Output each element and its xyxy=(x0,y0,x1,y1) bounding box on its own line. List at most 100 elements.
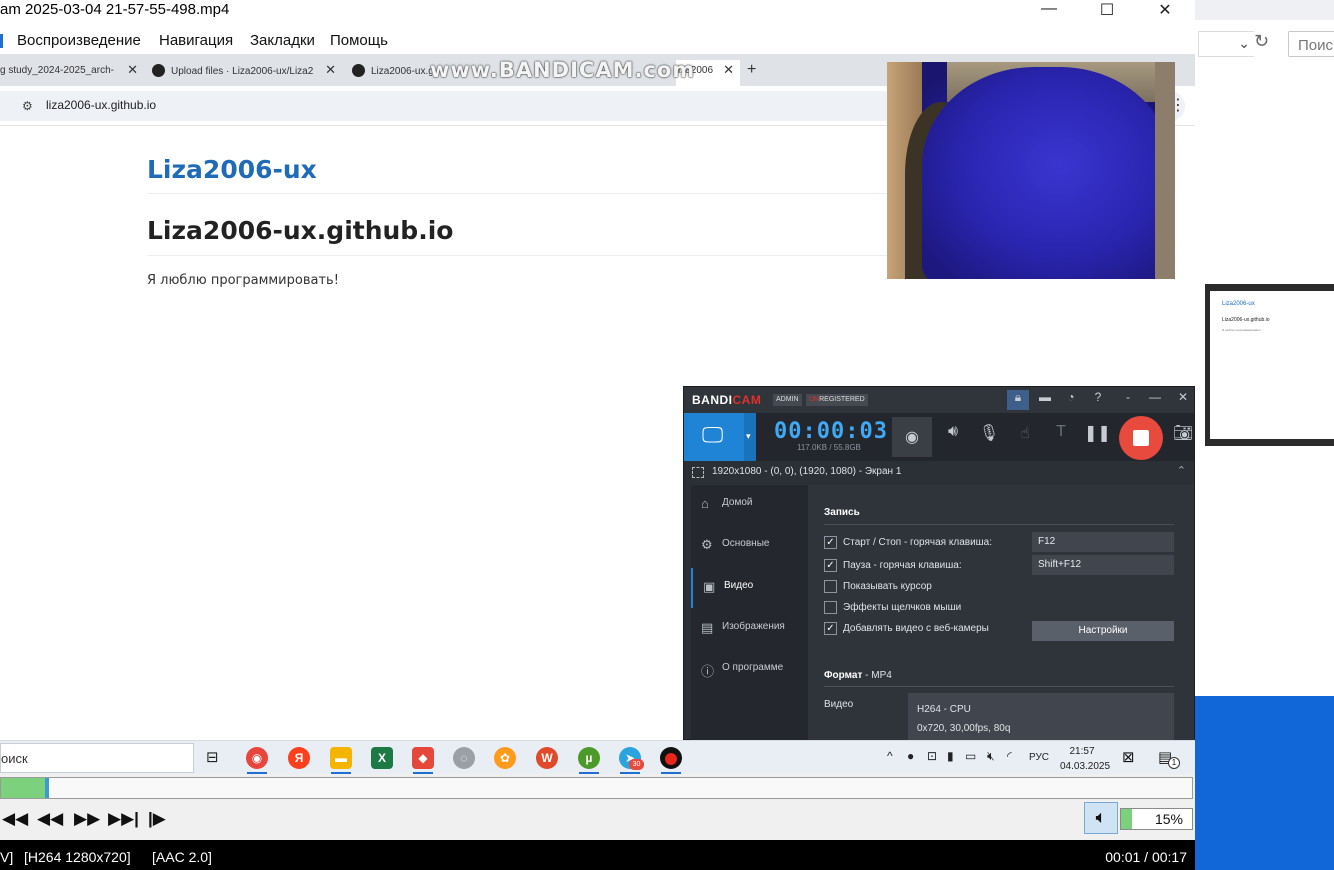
menu-help[interactable]: Помощь xyxy=(330,32,388,49)
chevron-up-icon[interactable]: ^ xyxy=(887,749,893,763)
pause-icon[interactable]: ❚❚ xyxy=(1084,423,1111,443)
clock[interactable]: 21:57 04.03.2025 xyxy=(1060,744,1111,774)
seek-bar[interactable] xyxy=(0,777,1193,799)
clock-date: 04.03.2025 xyxy=(1060,761,1111,772)
player-titlebar: am 2025-03-04 21-57-55-498.mp4 xyxy=(0,0,1195,30)
thumbnail-heading: Liza2006-ux.github.io xyxy=(1222,317,1270,323)
hotkey-start-stop-row[interactable]: ✓ Старт / Стоп - горячая клавиша: xyxy=(824,536,992,549)
hotkey-start-stop-field[interactable]: F12 xyxy=(1032,532,1174,552)
mute-button[interactable]: 🔈︎ xyxy=(1084,802,1118,834)
copilot-icon[interactable]: ⊠ xyxy=(1122,748,1135,766)
checkbox[interactable]: ✓ xyxy=(824,622,837,635)
bandicam-taskbar-icon[interactable] xyxy=(660,747,682,769)
cursor-effect-icon[interactable]: ☝ xyxy=(1012,423,1038,443)
lock-icon[interactable]: 🔒︎ xyxy=(1007,390,1029,410)
clock-icon[interactable]: ◔ xyxy=(1060,390,1082,410)
skip-back-icon[interactable]: ◀◀ xyxy=(2,809,28,829)
volume-muted-icon[interactable]: 🔇︎ xyxy=(987,749,995,764)
excel-icon[interactable]: X xyxy=(371,747,393,769)
chrome-icon[interactable]: ◉ xyxy=(246,747,268,769)
volume-bar[interactable]: 15% xyxy=(1120,808,1193,830)
new-tab-button[interactable]: + xyxy=(747,60,761,86)
nav-home[interactable]: ⌂ Домой xyxy=(691,485,808,525)
tab-upload-files[interactable]: Upload files · Liza2006-ux/Liza2 ✕ xyxy=(152,60,336,86)
window-thumbnail[interactable]: Liza2006-ux Liza2006-ux.github.io Я любл… xyxy=(1205,284,1334,446)
click-effects-row[interactable]: Эффекты щелчков мыши xyxy=(824,601,961,614)
close-button[interactable]: ✕ xyxy=(1136,0,1194,22)
webcam-button[interactable]: ◉ xyxy=(892,417,932,457)
utorrent-icon[interactable]: µ xyxy=(578,747,600,769)
menu-navigation[interactable]: Навигация xyxy=(159,32,233,49)
tab-study[interactable]: g study_2024-2025_arch- ✕ xyxy=(0,60,138,86)
nav-about[interactable]: ⓘ О программе xyxy=(691,650,808,690)
stop-recording-button[interactable] xyxy=(1119,416,1163,460)
close-tab-icon[interactable]: ✕ xyxy=(127,62,138,78)
chevron-down-icon[interactable]: ▾ xyxy=(744,413,756,461)
nav-general[interactable]: ⚙ Основные xyxy=(691,526,808,566)
close-tab-icon[interactable]: ✕ xyxy=(723,62,734,78)
battery-icon[interactable]: ▭ xyxy=(965,749,976,763)
tab-github-io[interactable]: Liza2006-ux.gi xyxy=(352,60,432,86)
frame-step-icon[interactable]: |▶ xyxy=(148,809,166,829)
hotkey-pause-field[interactable]: Shift+F12 xyxy=(1032,555,1174,575)
unregistered-badge[interactable]: UNREGISTERED xyxy=(806,394,868,406)
hotkey-pause-row[interactable]: ✓ Пауза - горячая клавиша: xyxy=(824,559,962,572)
taskbar-search[interactable]: оиск xyxy=(0,743,194,773)
speaker-icon[interactable]: 🔊︎ xyxy=(940,423,966,441)
checkbox[interactable] xyxy=(824,580,837,593)
webcam-settings-button[interactable]: Настройки xyxy=(1032,621,1174,641)
yandex-browser-icon[interactable]: Я xyxy=(288,747,310,769)
nav-video[interactable]: ▣ Видео xyxy=(691,568,808,608)
app-icon[interactable]: ◌ xyxy=(453,747,475,769)
close-icon[interactable]: ✕ xyxy=(1172,390,1194,410)
seek-area xyxy=(0,774,1195,802)
tray-app-icon[interactable]: ● xyxy=(907,749,914,763)
skip-forward-icon[interactable]: ▶▶| xyxy=(108,809,139,829)
menu-playback[interactable]: Воспроизведение xyxy=(17,32,141,49)
format-section-title: Формат - MP4 xyxy=(824,670,892,681)
color-wheel-icon[interactable]: ✿ xyxy=(494,747,516,769)
video-format-box[interactable]: H264 - CPU 0x720, 30,00fps, 80q xyxy=(908,693,1174,741)
background-titlebar xyxy=(1195,0,1334,20)
task-view-icon[interactable]: ⊟ xyxy=(206,748,219,766)
mini-mode-icon[interactable]: - xyxy=(1117,390,1139,410)
tray-app-icon[interactable]: ⊡ xyxy=(927,749,937,763)
site-title-link[interactable]: Liza2006-ux xyxy=(147,155,317,184)
folder-icon[interactable]: ▬ xyxy=(1034,390,1056,410)
help-icon[interactable]: ? xyxy=(1087,390,1109,410)
microphone-icon[interactable]: ▮ xyxy=(947,749,954,763)
text-icon[interactable]: T xyxy=(1048,423,1074,441)
refresh-icon[interactable]: ↻ xyxy=(1254,31,1274,57)
microphone-icon[interactable]: 🎙︎ xyxy=(976,423,1002,443)
add-webcam-row[interactable]: ✓ Добавлять видео с веб-камеры xyxy=(824,622,989,635)
close-tab-icon[interactable]: ✕ xyxy=(325,62,336,78)
file-explorer-icon[interactable]: ▬ xyxy=(330,747,352,769)
minimize-button[interactable]: — xyxy=(1020,0,1078,22)
site-settings-icon[interactable]: ⚙ xyxy=(22,99,33,113)
language-indicator[interactable]: РУС xyxy=(1029,752,1049,763)
thumbnail-text: Я люблю программировать! xyxy=(1222,328,1261,332)
fast-forward-icon[interactable]: ▶▶ xyxy=(74,809,100,829)
video-label: Видео xyxy=(824,699,854,710)
checkbox[interactable]: ✓ xyxy=(824,559,837,572)
nav-images[interactable]: ▤ Изображения xyxy=(691,609,808,649)
maximize-button[interactable]: ☐ xyxy=(1078,0,1136,22)
checkbox[interactable] xyxy=(824,601,837,614)
background-search-input[interactable]: Поис xyxy=(1288,31,1334,57)
camera-icon[interactable]: 📷︎ xyxy=(1170,423,1196,443)
anydesk-icon[interactable]: ◆ xyxy=(412,747,434,769)
video-icon: ▣ xyxy=(703,579,716,594)
screen-mode-button[interactable]: 🖵︎ ▾ xyxy=(684,413,756,461)
rewind-icon[interactable]: ◀◀ xyxy=(37,809,63,829)
taskbar: оиск ⊟ ◉ Я ▬ X ◆ ◌ ✿ W µ ➤ 30 ^ ● ⊡ ▮ ▭ … xyxy=(0,740,1195,774)
background-dropdown[interactable]: ⌄ xyxy=(1198,31,1254,57)
menu-bookmarks[interactable]: Закладки xyxy=(250,32,315,49)
capture-region-bar[interactable]: 1920x1080 - (0, 0), (1920, 1080) - Экран… xyxy=(684,461,1194,485)
tab-label: Liza2006-ux.gi xyxy=(371,66,432,78)
minimize-icon[interactable]: — xyxy=(1144,390,1166,410)
wifi-icon[interactable]: ◜ xyxy=(1007,749,1012,763)
checkbox[interactable]: ✓ xyxy=(824,536,837,549)
wps-icon[interactable]: W xyxy=(536,747,558,769)
show-cursor-row[interactable]: Показывать курсор xyxy=(824,580,932,593)
chevron-up-icon[interactable]: ⌃ xyxy=(1177,464,1186,477)
